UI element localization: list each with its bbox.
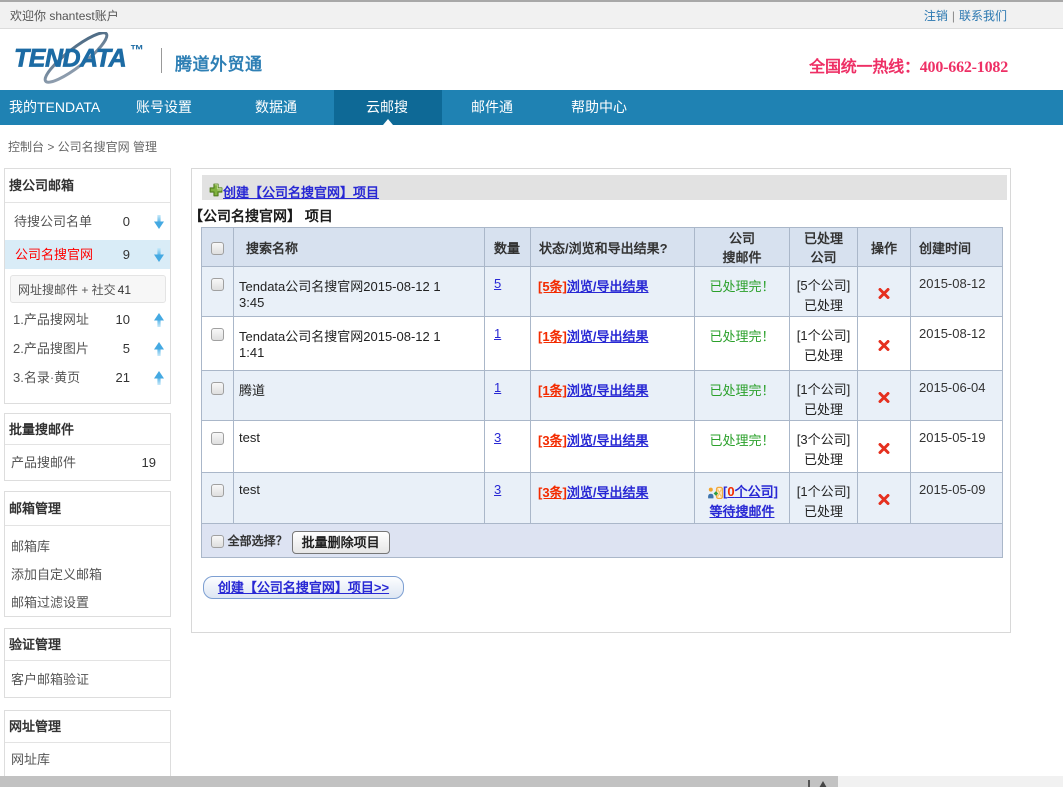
svg-text:™: ™	[130, 42, 144, 58]
svg-text:TENDATA: TENDATA	[14, 45, 126, 73]
